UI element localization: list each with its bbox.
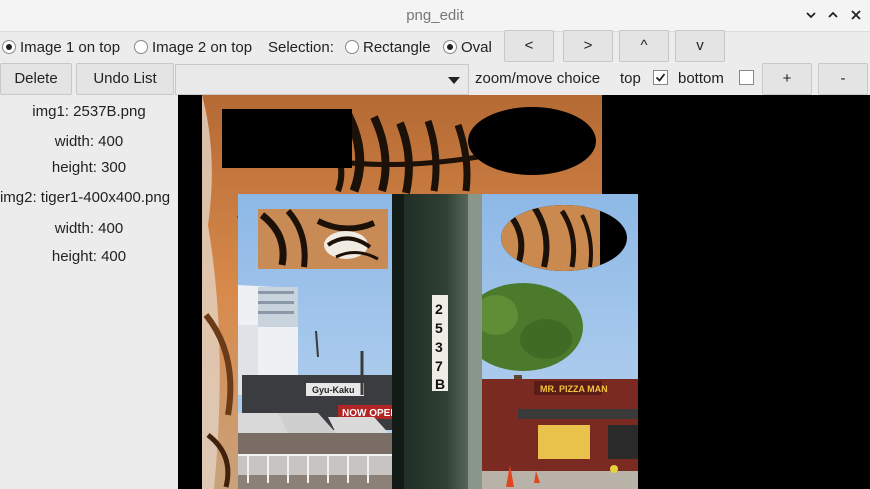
img2-width: width: 400 [54,220,124,237]
pasted-rectangle-patch[interactable] [258,208,388,269]
gyu-kaku-sign-text: Gyu-Kaku [312,385,355,395]
img1-width: width: 400 [54,133,124,150]
delete-button[interactable]: Delete [0,63,72,95]
radio-oval[interactable]: Oval [443,36,492,58]
checkmark-icon [655,73,666,82]
radio-label: Oval [461,38,492,56]
pole-label-char: 7 [435,358,443,374]
selection-label: Selection: [268,39,334,56]
bottom-checkbox[interactable] [739,70,754,85]
oval-selection-cutout[interactable] [468,107,596,175]
image-info-panel: img1: 2537B.png width: 400 height: 300 i… [0,95,178,489]
composite-image[interactable]: Gyu-Kaku NOW OPEN MR. PIZZA MAN 2 5 3 7 … [178,95,870,489]
zoom-out-button[interactable]: - [818,63,868,95]
bottom-label: bottom [678,70,724,87]
img2-height: height: 400 [51,248,127,265]
minimize-icon[interactable] [802,6,820,24]
close-icon[interactable] [847,6,865,24]
move-down-button[interactable]: v [675,30,725,62]
radio-indicator[interactable] [443,40,457,54]
pizza-man-sign-text: MR. PIZZA MAN [540,384,608,394]
img1-height: height: 300 [51,159,127,176]
move-right-button[interactable]: > [563,30,613,62]
radio-indicator[interactable] [2,40,16,54]
move-up-button[interactable]: ^ [619,30,669,62]
chevron-down-icon[interactable] [448,77,460,84]
pole-label-char: 2 [435,301,443,317]
window-title: png_edit [406,7,464,24]
zoom-in-button[interactable]: + [762,63,812,95]
pole-label-char: B [435,376,445,392]
img2-name: img2: tiger1-400x400.png [0,189,171,206]
pole-label-char: 3 [435,339,443,355]
top-label: top [620,70,641,87]
img1-name: img1: 2537B.png [32,103,146,120]
undo-list-button[interactable]: Undo List [76,63,174,95]
radio-rectangle[interactable]: Rectangle [345,36,431,58]
undo-list-dropdown[interactable] [175,64,469,95]
radio-label: Rectangle [363,38,431,56]
radio-image1-on-top[interactable]: Image 1 on top [2,36,120,58]
radio-indicator[interactable] [345,40,359,54]
zoom-move-choice-label: zoom/move choice [475,70,601,87]
toolbar-row-1: Image 1 on top Image 2 on top Selection:… [0,30,870,62]
radio-label: Image 2 on top [152,38,253,56]
radio-label: Image 1 on top [20,38,121,56]
rectangle-selection-cutout[interactable] [222,109,352,168]
move-left-button[interactable]: < [504,30,554,62]
toolbar-row-2: Delete Undo List zoom/move choice top bo… [0,62,870,95]
maximize-icon[interactable] [824,6,842,24]
radio-image2-on-top[interactable]: Image 2 on top [134,36,252,58]
pole-label-char: 5 [435,320,443,336]
image-canvas[interactable]: Gyu-Kaku NOW OPEN MR. PIZZA MAN 2 5 3 7 … [178,95,870,489]
top-checkbox[interactable] [653,70,668,85]
radio-indicator[interactable] [134,40,148,54]
title-bar: png_edit [0,0,870,32]
